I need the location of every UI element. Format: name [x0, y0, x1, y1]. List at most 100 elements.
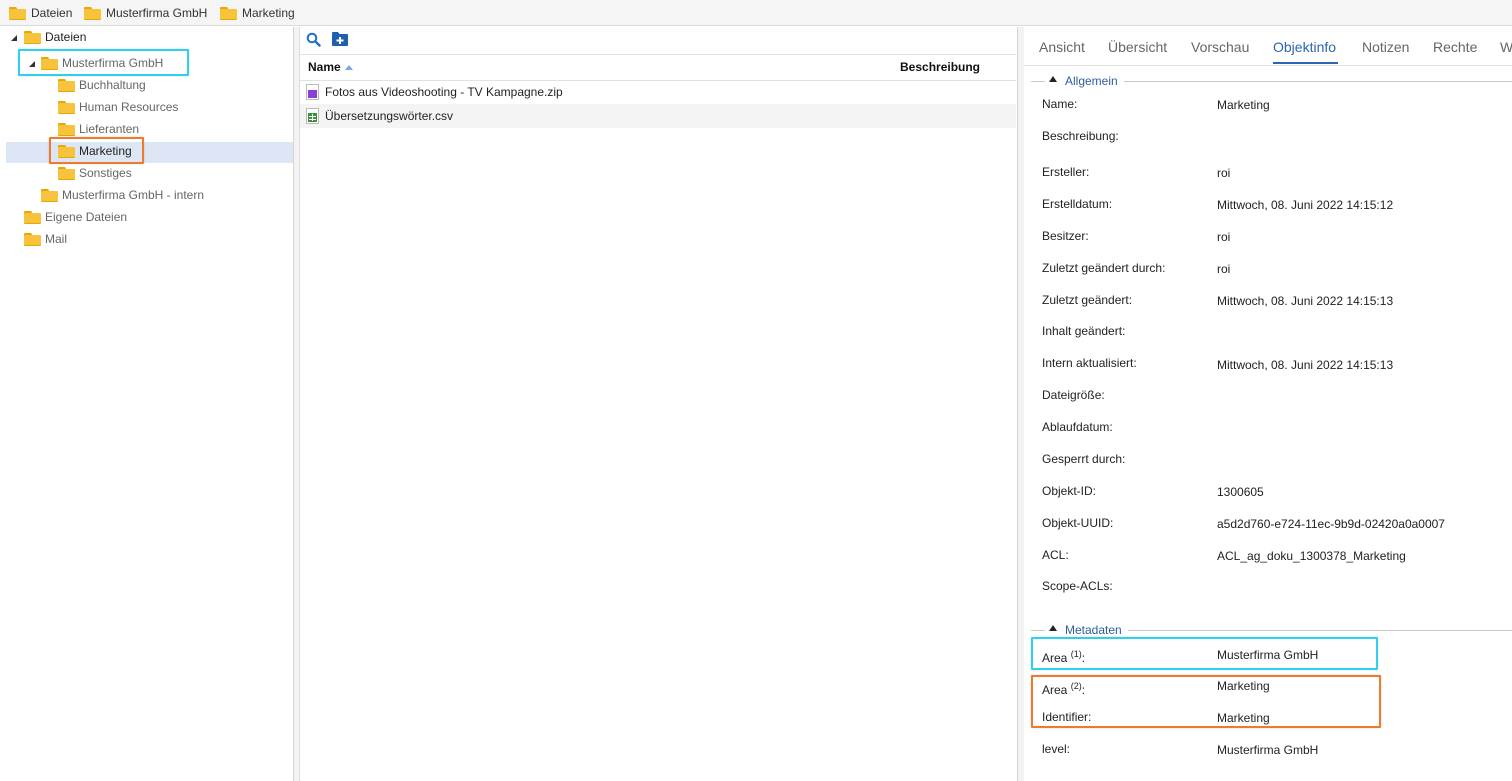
highlight-box-company	[18, 49, 189, 76]
field-label-besitzer: Besitzer:	[1042, 229, 1089, 243]
file-toolbar	[300, 27, 1018, 53]
field-value-acl: ACL_ag_doku_1300378_Marketing	[1217, 549, 1406, 563]
folder-tree	[0, 27, 294, 781]
section-rule	[1031, 630, 1045, 631]
search-icon[interactable]	[306, 32, 321, 47]
section-rule	[1128, 630, 1512, 631]
field-label-level: level:	[1042, 742, 1071, 756]
folder-icon	[58, 100, 75, 114]
highlight-box-marketing	[49, 137, 144, 164]
details-tabs: Ansicht Übersicht Vorschau Objektinfo No…	[1024, 27, 1512, 66]
field-label-scope-acls: Scope-ACLs:	[1042, 579, 1113, 593]
file-list-pane: Name Beschreibung Fotos aus Videoshootin…	[300, 27, 1018, 781]
folder-icon	[220, 6, 237, 20]
field-value-ersteller: roi	[1217, 166, 1231, 180]
active-tab-indicator	[1273, 62, 1338, 64]
breadcrumb-label: Dateien	[31, 6, 73, 20]
section-title: Allgemein	[1065, 74, 1118, 88]
field-label-erstelldatum: Erstelldatum:	[1042, 197, 1113, 211]
tab-w[interactable]: W	[1500, 39, 1512, 55]
zip-file-icon	[306, 84, 319, 100]
field-label-inhalt-geaendert: Inhalt geändert:	[1042, 324, 1126, 338]
file-row[interactable]: Fotos aus Videoshooting - TV Kampagne.zi…	[300, 80, 1016, 104]
section-header-metadaten[interactable]: Metadaten	[1024, 623, 1512, 637]
collapse-caret-icon	[1049, 625, 1057, 631]
section-header-allgemein[interactable]: Allgemein	[1024, 74, 1512, 88]
folder-icon	[58, 78, 75, 92]
expand-toggle-eigene-dateien[interactable]	[11, 212, 19, 222]
field-label-zuletzt-geaendert-durch: Zuletzt geändert durch:	[1042, 261, 1166, 275]
field-value-level: Musterfirma GmbH	[1217, 743, 1319, 757]
tree-item-musterfirma-intern[interactable]: Musterfirma GmbH - intern	[41, 185, 204, 205]
tree-item-dateien[interactable]: Dateien	[24, 27, 86, 47]
expand-toggle-human-resources[interactable]	[46, 102, 54, 112]
tab-objektinfo[interactable]: Objektinfo	[1273, 39, 1336, 55]
breadcrumb-item-marketing[interactable]: Marketing	[220, 4, 295, 22]
sort-ascending-icon	[344, 65, 353, 70]
tree-item-label: Dateien	[45, 30, 87, 44]
field-label-beschreibung: Beschreibung:	[1042, 129, 1119, 143]
column-header-name[interactable]: Name	[308, 60, 353, 74]
field-label-acl: ACL:	[1042, 548, 1069, 562]
breadcrumb-label: Musterfirma GmbH	[106, 6, 208, 20]
tab-vorschau[interactable]: Vorschau	[1191, 39, 1249, 55]
field-value-name: Marketing	[1217, 98, 1270, 112]
expand-toggle-dateien[interactable]	[11, 34, 19, 42]
expand-toggle-sonstiges[interactable]	[46, 168, 54, 178]
folder-icon	[24, 232, 41, 246]
section-rule	[1031, 81, 1045, 82]
tree-item-sonstiges[interactable]: Sonstiges	[58, 163, 132, 183]
tree-item-label: Lieferanten	[79, 122, 140, 136]
field-value-objekt-id: 1300605	[1217, 485, 1264, 499]
field-value-zuletzt-geaendert-durch: roi	[1217, 262, 1231, 276]
file-name: Fotos aus Videoshooting - TV Kampagne.zi…	[325, 85, 563, 99]
highlight-box-area-1	[1031, 637, 1378, 670]
tab-ansicht[interactable]: Ansicht	[1039, 39, 1085, 55]
field-label-dateigroesse: Dateigröße:	[1042, 388, 1105, 402]
tree-item-buchhaltung[interactable]: Buchhaltung	[58, 75, 146, 95]
field-label-zuletzt-geaendert: Zuletzt geändert:	[1042, 293, 1133, 307]
file-list-header: Name Beschreibung	[300, 54, 1016, 81]
expand-toggle-mail[interactable]	[11, 234, 19, 244]
field-value-besitzer: roi	[1217, 230, 1231, 244]
breadcrumb-item-musterfirma[interactable]: Musterfirma GmbH	[84, 4, 207, 22]
tab-uebersicht[interactable]: Übersicht	[1108, 39, 1167, 55]
folder-icon	[58, 166, 75, 180]
highlight-box-area-2-identifier	[1031, 675, 1381, 728]
tree-item-label: Musterfirma GmbH - intern	[62, 188, 205, 202]
folder-icon	[24, 30, 41, 44]
field-label-ersteller: Ersteller:	[1042, 165, 1090, 179]
field-label-objekt-uuid: Objekt-UUID:	[1042, 516, 1114, 530]
file-row[interactable]: Übersetzungswörter.csv	[300, 104, 1016, 128]
tree-item-human-resources[interactable]: Human Resources	[58, 97, 178, 117]
tree-item-lieferanten[interactable]: Lieferanten	[58, 119, 139, 139]
tree-item-mail[interactable]: Mail	[24, 229, 67, 249]
tree-item-label: Buchhaltung	[79, 78, 146, 92]
file-name: Übersetzungswörter.csv	[325, 109, 454, 123]
breadcrumb-item-dateien[interactable]: Dateien	[9, 4, 72, 22]
field-label-ablaufdatum: Ablaufdatum:	[1042, 420, 1113, 434]
new-folder-icon[interactable]	[332, 32, 348, 46]
tab-rechte[interactable]: Rechte	[1433, 39, 1477, 55]
field-value-erstelldatum: Mittwoch, 08. Juni 2022 14:15:12	[1217, 198, 1394, 212]
field-label-intern-aktualisiert: Intern aktualisiert:	[1042, 356, 1137, 370]
column-header-description[interactable]: Beschreibung	[900, 60, 980, 74]
field-value-objekt-uuid: a5d2d760-e724-11ec-9b9d-02420a0a0007	[1217, 517, 1445, 531]
folder-icon	[9, 6, 26, 20]
tree-item-eigene-dateien[interactable]: Eigene Dateien	[24, 207, 127, 227]
folder-icon	[41, 188, 58, 202]
tree-item-label: Eigene Dateien	[45, 210, 128, 224]
folder-icon	[24, 210, 41, 224]
section-rule	[1124, 81, 1512, 82]
breadcrumb: Dateien Musterfirma GmbH Marketing	[0, 0, 1512, 26]
folder-icon	[84, 6, 101, 20]
section-title: Metadaten	[1065, 623, 1122, 637]
tab-notizen[interactable]: Notizen	[1362, 39, 1409, 55]
collapse-caret-icon	[1049, 76, 1057, 82]
folder-icon	[58, 122, 75, 136]
csv-file-icon	[306, 108, 319, 124]
field-label-objekt-id: Objekt-ID:	[1042, 484, 1097, 498]
tree-item-label: Mail	[45, 232, 68, 246]
breadcrumb-label: Marketing	[242, 6, 295, 20]
column-header-label: Name	[308, 60, 341, 74]
